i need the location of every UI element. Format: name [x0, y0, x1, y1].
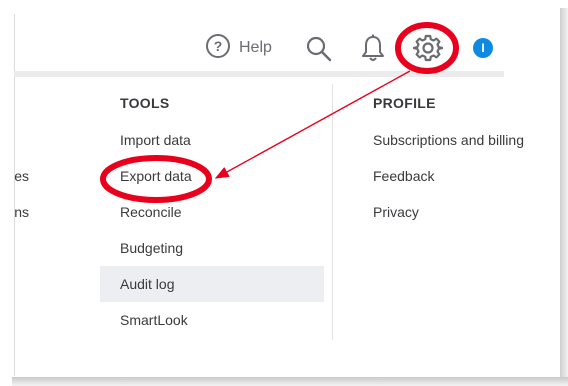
tools-item-import-data[interactable]: Import data — [100, 122, 324, 158]
svg-text:?: ? — [214, 38, 223, 54]
profile-item-privacy[interactable]: Privacy — [373, 194, 548, 230]
help-label: Help — [239, 39, 272, 56]
left-column-item[interactable]: ns — [0, 194, 40, 230]
tools-item-export-data[interactable]: Export data — [100, 158, 324, 194]
tools-heading: TOOLS — [120, 95, 170, 111]
gear-icon — [412, 34, 444, 67]
left-column-item[interactable]: es — [0, 158, 40, 194]
profile-heading: PROFILE — [373, 95, 436, 111]
tools-item-audit-log[interactable]: Audit log — [100, 266, 324, 302]
profile-item-feedback[interactable]: Feedback — [373, 158, 548, 194]
settings-dropdown-page: ? Help I es ns TOOLS Import data Export … — [0, 0, 568, 386]
search-button[interactable] — [305, 35, 333, 63]
window-shadow-bottom — [12, 377, 568, 386]
help-circle-icon: ? — [205, 33, 231, 64]
header-rule — [14, 71, 504, 77]
top-toolbar: ? Help I — [0, 0, 568, 72]
user-avatar[interactable]: I — [473, 38, 493, 58]
column-divider — [332, 84, 333, 340]
help-button[interactable]: ? Help — [205, 33, 272, 64]
window-shadow-right — [560, 8, 568, 378]
tools-item-smartlook[interactable]: SmartLook — [100, 302, 324, 338]
tools-item-reconcile[interactable]: Reconcile — [100, 194, 324, 230]
search-icon — [305, 36, 333, 67]
settings-gear-button[interactable] — [412, 33, 444, 63]
notifications-button[interactable] — [360, 33, 386, 63]
tools-item-budgeting[interactable]: Budgeting — [100, 230, 324, 266]
bell-icon — [360, 34, 386, 67]
profile-item-subscriptions-billing[interactable]: Subscriptions and billing — [373, 122, 548, 158]
